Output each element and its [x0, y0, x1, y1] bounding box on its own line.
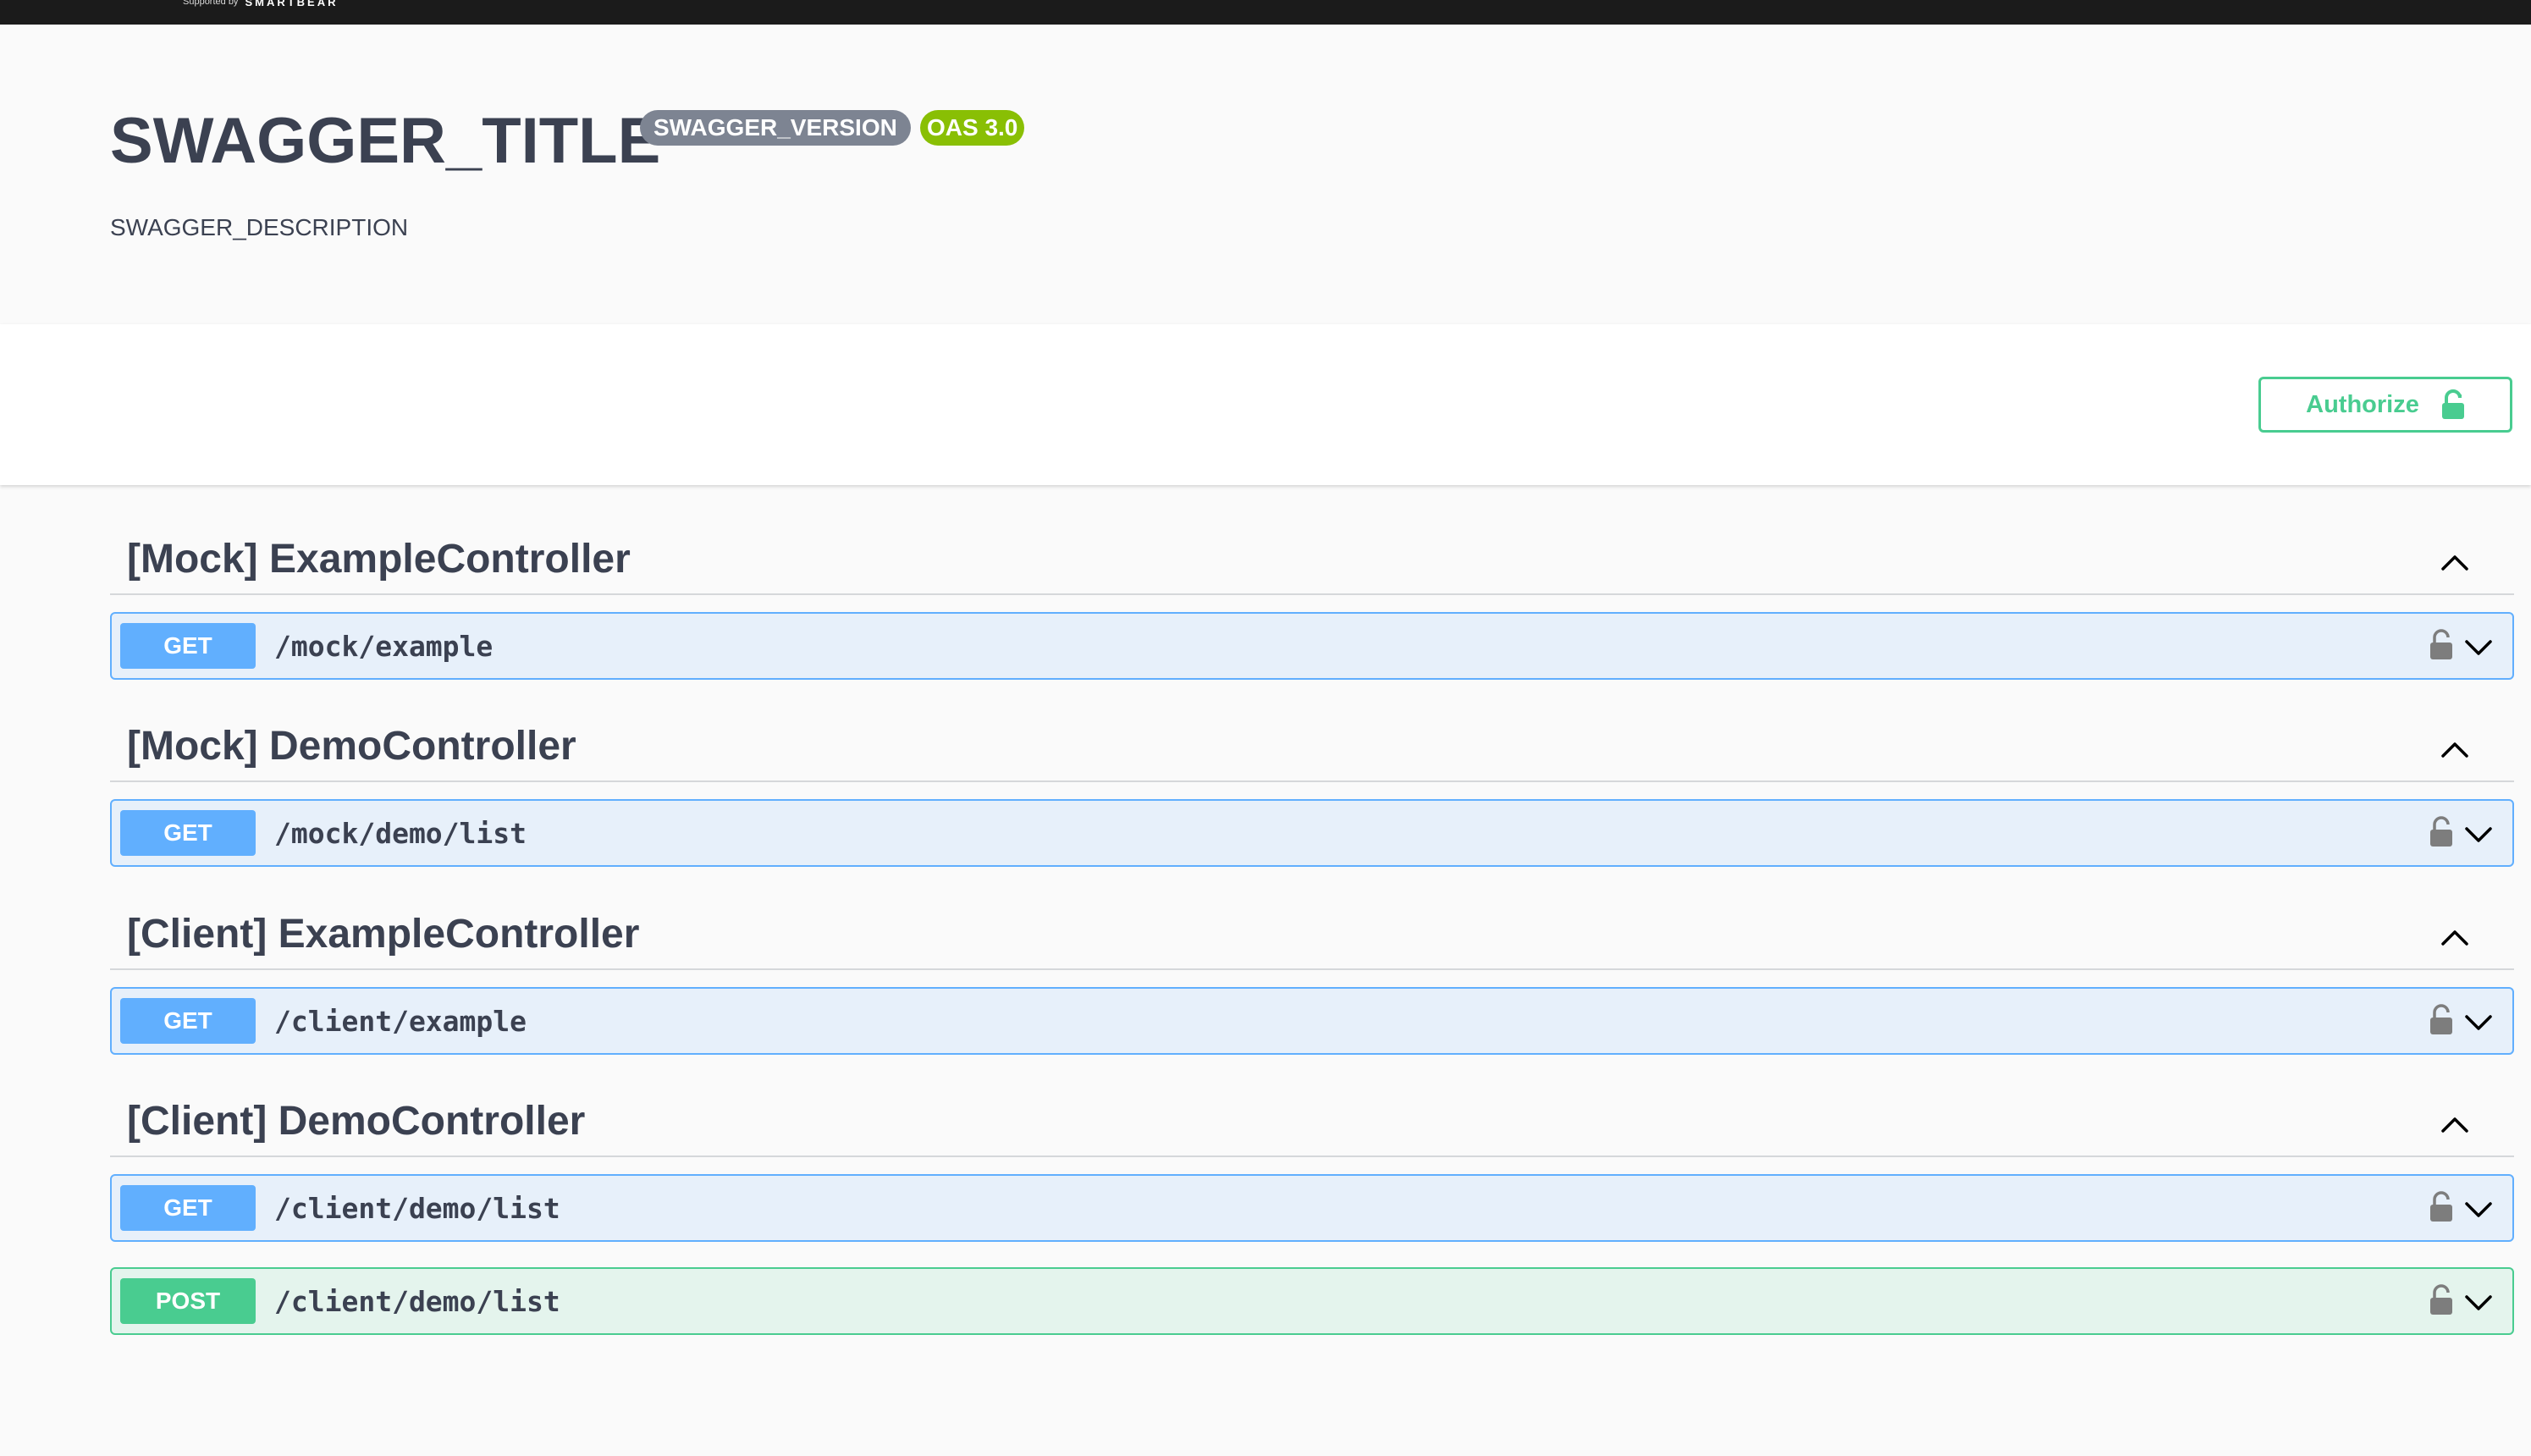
endpoint-path: /client/example — [274, 1005, 527, 1038]
topbar-supported-by: Supported by — [183, 0, 239, 7]
topbar: Supported by SMARTBEAR — [0, 0, 2531, 25]
chevron-up-icon[interactable] — [2438, 733, 2472, 767]
authorize-button[interactable]: Authorize — [2258, 377, 2512, 433]
method-badge: GET — [120, 1185, 256, 1231]
lock-icon[interactable] — [2428, 1189, 2455, 1223]
tag-title: [Mock] ExampleController — [127, 537, 631, 582]
lock-icon[interactable] — [2428, 1282, 2455, 1316]
operation-row[interactable]: GET /client/example — [110, 987, 2514, 1055]
endpoint-path: /mock/example — [274, 630, 494, 663]
lock-icon[interactable] — [2428, 627, 2455, 661]
lock-icon[interactable] — [2428, 1002, 2455, 1036]
unlocked-lock-icon — [2441, 389, 2464, 419]
scheme-container: Authorize — [0, 324, 2531, 485]
operation-row[interactable]: GET /mock/example — [110, 612, 2514, 680]
operation-row[interactable]: POST /client/demo/list — [110, 1267, 2514, 1335]
endpoint-path: /mock/demo/list — [274, 817, 527, 850]
method-badge: GET — [120, 623, 256, 669]
lock-icon[interactable] — [2428, 814, 2455, 848]
tag-header[interactable]: [Client] ExampleController — [110, 901, 2514, 970]
oas-badge: OAS 3.0 — [920, 110, 1025, 146]
topbar-brand: SMARTBEAR — [245, 0, 339, 8]
version-badge: SWAGGER_VERSION — [640, 110, 911, 146]
chevron-down-icon[interactable] — [2462, 1193, 2495, 1227]
tag-header[interactable]: [Mock] DemoController — [110, 713, 2514, 782]
tag-header[interactable]: [Client] DemoController — [110, 1088, 2514, 1157]
chevron-up-icon[interactable] — [2438, 921, 2472, 955]
api-info: SWAGGER_TITLE SWAGGER_VERSION OAS 3.0 SW… — [0, 25, 2531, 324]
authorize-label: Authorize — [2306, 390, 2419, 418]
swagger-logo[interactable]: Supported by SMARTBEAR — [183, 0, 339, 8]
tag-title: [Mock] DemoController — [127, 724, 576, 769]
method-badge: POST — [120, 1278, 256, 1324]
tag-header[interactable]: [Mock] ExampleController — [110, 526, 2514, 595]
operation-row[interactable]: GET /mock/demo/list — [110, 799, 2514, 867]
chevron-down-icon[interactable] — [2462, 1286, 2495, 1320]
tag-title: [Client] ExampleController — [127, 912, 640, 957]
tag-title: [Client] DemoController — [127, 1099, 586, 1144]
api-description: SWAGGER_DESCRIPTION — [110, 214, 409, 240]
chevron-down-icon[interactable] — [2462, 1006, 2495, 1040]
page-title: SWAGGER_TITLE — [110, 105, 661, 177]
chevron-down-icon[interactable] — [2462, 631, 2495, 665]
endpoint-path: /client/demo/list — [274, 1192, 560, 1225]
chevron-up-icon[interactable] — [2438, 546, 2472, 580]
chevron-down-icon[interactable] — [2462, 818, 2495, 852]
method-badge: GET — [120, 998, 256, 1044]
operation-row[interactable]: GET /client/demo/list — [110, 1174, 2514, 1242]
chevron-up-icon[interactable] — [2438, 1108, 2472, 1142]
method-badge: GET — [120, 810, 256, 856]
endpoint-path: /client/demo/list — [274, 1285, 560, 1318]
